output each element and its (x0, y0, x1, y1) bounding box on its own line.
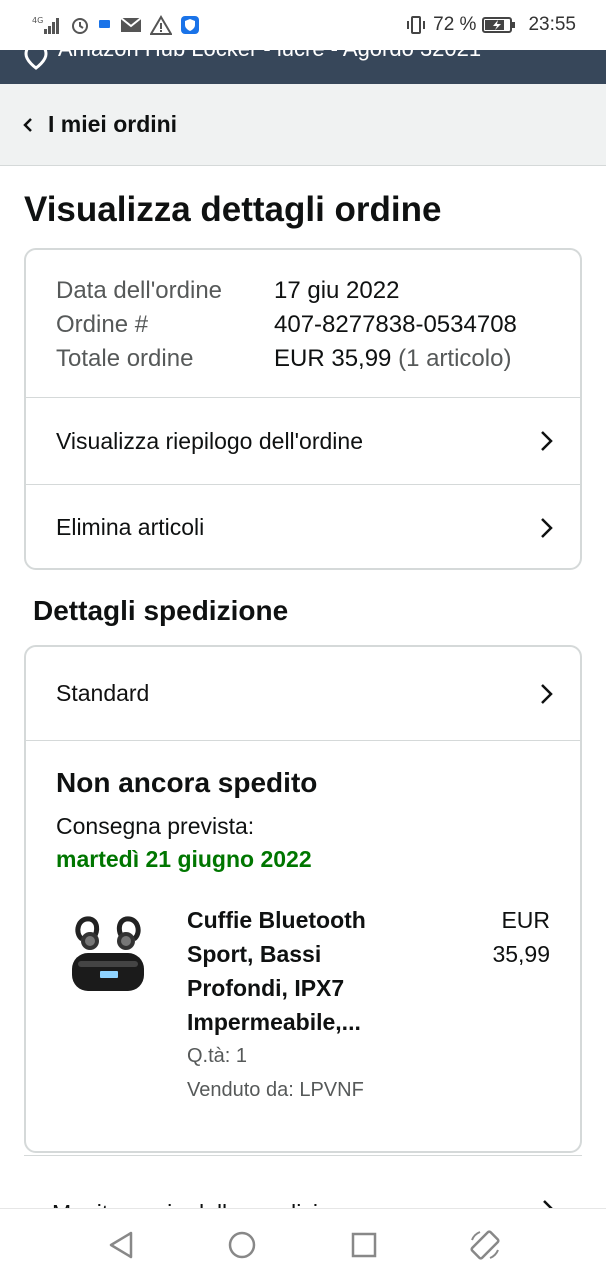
shipment-status: Non ancora spedito (56, 767, 318, 798)
mail-icon (120, 17, 142, 32)
shipping-section-title: Dettagli spedizione (33, 595, 289, 626)
status-icons-right: 72 % 23:55 (405, 14, 576, 36)
order-date-label: Data dell'ordine (56, 277, 223, 304)
delete-items-label: Elimina articoli (56, 514, 205, 540)
order-total-row: Totale ordine EUR 35,99 (1 articolo) (56, 342, 580, 376)
battery-charging-icon (482, 17, 516, 33)
product-price: EUR 35,99 (440, 903, 550, 971)
product-price-value: 35,99 (492, 941, 550, 967)
shipping-method-label: Standard (56, 680, 150, 706)
shipment-details: Non ancora spedito Consegna prevista: ma… (26, 741, 580, 1113)
chevron-left-icon (23, 117, 32, 132)
rotate-screen-button[interactable] (465, 1225, 505, 1265)
order-number-row: Ordine # 407-8277838-0534708 (56, 308, 580, 342)
signal-icon: 4G (32, 16, 59, 34)
message-icon (99, 20, 110, 28)
warning-icon (150, 15, 172, 35)
product-seller: Venduto da: LPVNF (187, 1079, 364, 1101)
view-order-summary-label: Visualizza riepilogo dell'ordine (56, 427, 363, 454)
delivery-estimate-label: Consegna prevista: (56, 813, 255, 839)
system-navigation-bar (0, 1208, 606, 1280)
order-total-amount: EUR 35,99 (274, 345, 392, 372)
order-date-row: Data dell'ordine 17 giu 2022 (56, 274, 580, 308)
back-to-orders[interactable]: I miei ordini (0, 84, 606, 166)
order-number-label: Ordine # (56, 311, 149, 338)
chevron-right-icon (541, 517, 553, 538)
order-item[interactable]: Cuffie Bluetooth Sport, Bassi Profondi, … (56, 903, 550, 1113)
status-icons-left: 4G (32, 14, 200, 36)
delivery-location-text: Amazon Hub Locker - lucre - Agordo 32021 (58, 50, 481, 62)
page-title: Visualizza dettagli ordine (24, 190, 442, 229)
nav-recents-button[interactable] (344, 1225, 384, 1265)
vibrate-icon (407, 16, 426, 34)
product-image[interactable] (68, 909, 148, 999)
product-title[interactable]: Cuffie Bluetooth Sport, Bassi Profondi, … (187, 903, 407, 1039)
track-shipment-link[interactable]: Monitoraggio della spedizione (24, 1155, 582, 1215)
shipping-method-link[interactable]: Standard (26, 647, 580, 741)
product-quantity: Q.tà: 1 (187, 1045, 248, 1067)
order-summary-card: Data dell'ordine 17 giu 2022 Ordine # 40… (24, 248, 582, 570)
order-total-value: EUR 35,99 (1 articolo) (274, 342, 511, 376)
order-total-label: Totale ordine (56, 345, 194, 372)
back-label: I miei ordini (48, 111, 178, 137)
delete-items-link[interactable]: Elimina articoli (26, 484, 580, 568)
svg-text:4G: 4G (32, 16, 43, 25)
product-price-currency: EUR (501, 907, 550, 933)
nav-home-button[interactable] (222, 1225, 262, 1265)
delivery-location-bar[interactable]: Amazon Hub Locker - lucre - Agordo 32021 (0, 50, 606, 84)
order-date-value: 17 giu 2022 (274, 277, 400, 304)
shipping-card: Standard Non ancora spedito Consegna pre… (24, 645, 582, 1153)
order-item-count: (1 articolo) (398, 345, 512, 372)
chevron-right-icon (541, 683, 553, 704)
shield-icon (181, 16, 199, 34)
clock: 23:55 (528, 14, 576, 35)
order-number-value: 407-8277838-0534708 (274, 311, 517, 338)
alarm-icon (72, 18, 88, 34)
square-recents-icon (351, 1232, 376, 1257)
delivery-estimate-date: martedì 21 giugno 2022 (56, 846, 312, 872)
chevron-right-icon (541, 431, 553, 451)
rotate-icon (470, 1229, 500, 1260)
view-order-summary-link[interactable]: Visualizza riepilogo dell'ordine (26, 398, 580, 484)
nav-back-button[interactable] (101, 1225, 141, 1265)
triangle-back-icon (109, 1231, 132, 1258)
circle-home-icon (229, 1231, 256, 1258)
location-pin-icon (24, 50, 48, 70)
status-bar: 4G 72 % 23:55 (0, 0, 606, 50)
battery-percent: 72 % (433, 14, 477, 35)
order-summary: Data dell'ordine 17 giu 2022 Ordine # 40… (26, 250, 580, 398)
